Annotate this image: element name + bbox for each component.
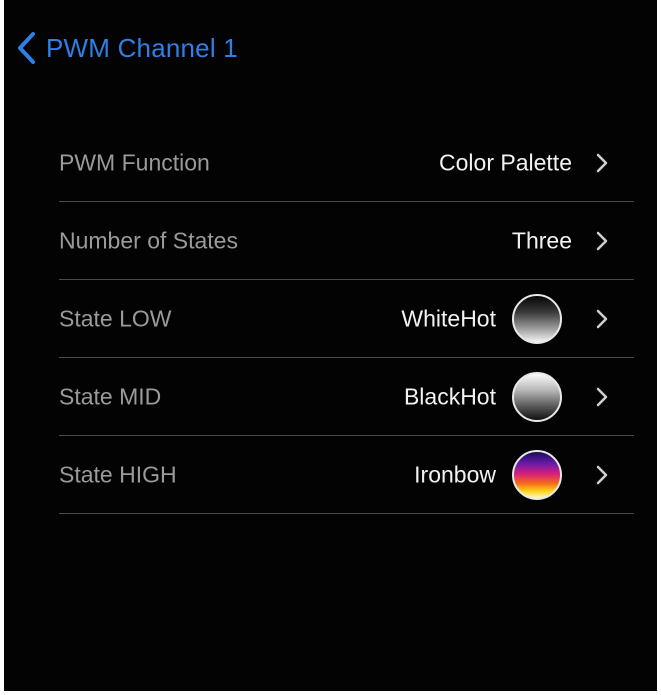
row-value: Color Palette bbox=[439, 149, 572, 175]
nav-title: PWM Channel 1 bbox=[46, 32, 238, 63]
chevron-right-icon bbox=[596, 387, 608, 407]
row-state-mid[interactable]: State MID BlackHot bbox=[59, 358, 634, 436]
row-value: BlackHot bbox=[403, 383, 496, 409]
row-value: Ironbow bbox=[414, 461, 496, 487]
app-screen: PWM Channel 1 PWM Function Color Palette… bbox=[4, 0, 657, 691]
chevron-right-icon bbox=[596, 309, 608, 329]
row-state-low[interactable]: State LOW WhiteHot bbox=[59, 280, 634, 358]
row-label: PWM Function bbox=[59, 149, 210, 175]
settings-list: PWM Function Color Palette Number of Sta… bbox=[59, 124, 634, 514]
whitehot-palette-swatch bbox=[512, 293, 562, 344]
row-label: State HIGH bbox=[59, 461, 177, 487]
row-value: WhiteHot bbox=[401, 305, 496, 331]
chevron-right-icon bbox=[596, 465, 608, 485]
row-label: State LOW bbox=[59, 305, 172, 331]
chevron-right-icon bbox=[596, 231, 608, 251]
ironbow-palette-swatch bbox=[512, 449, 562, 500]
chevron-left-icon bbox=[16, 31, 36, 65]
row-label: Number of States bbox=[59, 227, 238, 253]
row-value: Three bbox=[511, 227, 572, 253]
row-pwm-function[interactable]: PWM Function Color Palette bbox=[59, 124, 634, 202]
row-number-of-states[interactable]: Number of States Three bbox=[59, 202, 634, 280]
back-button[interactable]: PWM Channel 1 bbox=[16, 26, 238, 70]
row-state-high[interactable]: State HIGH Ironbow bbox=[59, 436, 634, 514]
chevron-right-icon bbox=[596, 153, 608, 173]
blackhot-palette-swatch bbox=[512, 371, 562, 422]
row-label: State MID bbox=[59, 383, 162, 409]
